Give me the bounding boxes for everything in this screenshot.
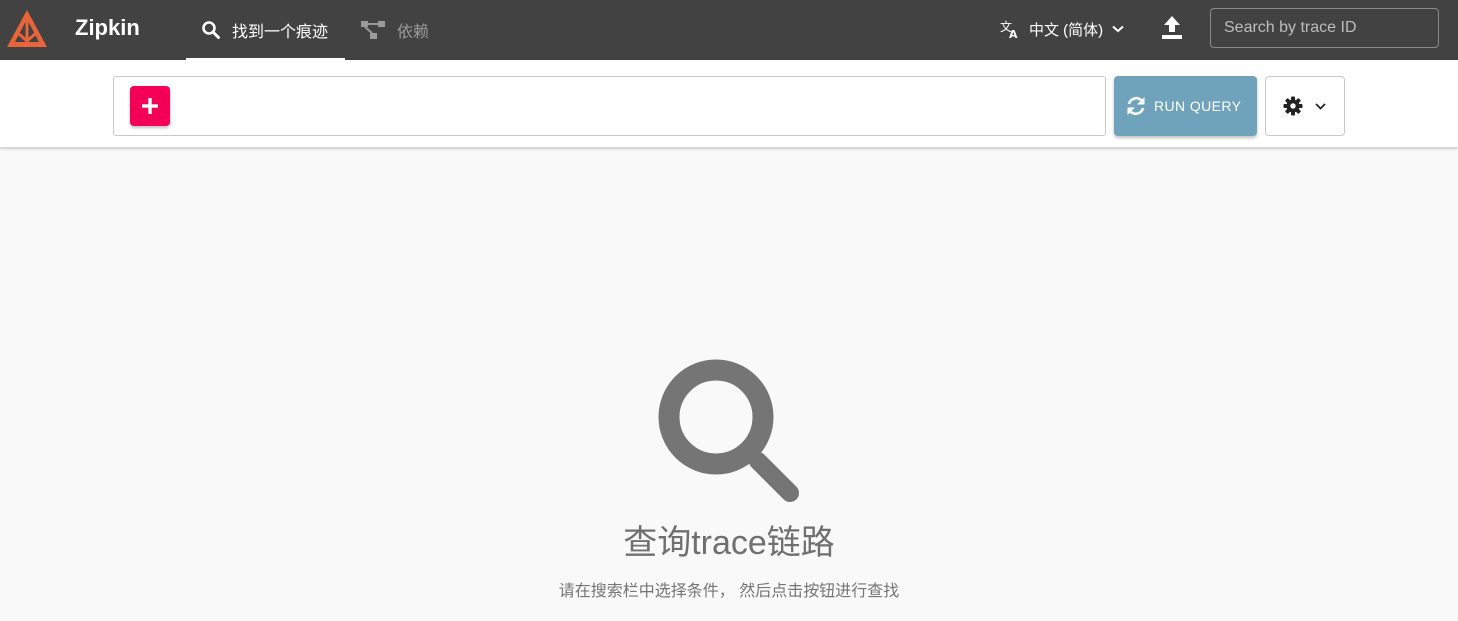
tab-dependencies-label: 依赖: [397, 24, 430, 41]
brand-title[interactable]: Zipkin: [75, 14, 140, 42]
run-query-button[interactable]: RUN QUERY: [1114, 76, 1257, 136]
gear-icon: [1283, 96, 1303, 116]
add-criteria-button[interactable]: [130, 86, 170, 126]
search-icon: [202, 21, 220, 39]
settings-dropdown-button[interactable]: [1265, 76, 1345, 136]
zipkin-logo-icon[interactable]: [5, 7, 49, 51]
empty-state-title: 查询trace链路: [623, 524, 835, 562]
query-bar: RUN QUERY: [0, 60, 1458, 148]
svg-text:A: A: [1009, 28, 1018, 39]
tab-find-trace-label: 找到一个痕迹: [232, 24, 329, 41]
trace-id-search-input[interactable]: [1210, 8, 1439, 48]
chevron-down-icon: [1112, 25, 1124, 33]
refresh-icon: [1127, 96, 1145, 116]
upload-icon[interactable]: [1158, 14, 1186, 42]
language-selector[interactable]: 文 A 中文 (简体): [1000, 16, 1124, 42]
search-icon: [658, 359, 799, 502]
search-criteria-input[interactable]: [113, 76, 1106, 136]
plus-icon: [142, 98, 158, 114]
translate-icon: 文 A: [1000, 19, 1018, 39]
app-header: Zipkin 找到一个痕迹 依赖 文 A 中文 (简体): [0, 0, 1458, 60]
chevron-down-icon: [1315, 102, 1326, 110]
language-label: 中文 (简体): [1029, 21, 1104, 39]
run-query-label: RUN QUERY: [1154, 98, 1242, 114]
tab-find-trace[interactable]: 找到一个痕迹: [186, 0, 345, 60]
tab-dependencies[interactable]: 依赖: [361, 0, 429, 60]
empty-state-subtitle: 请在搜索栏中选择条件， 然后点击按钮进行查找: [558, 583, 900, 600]
dependency-graph-icon: [361, 21, 385, 39]
